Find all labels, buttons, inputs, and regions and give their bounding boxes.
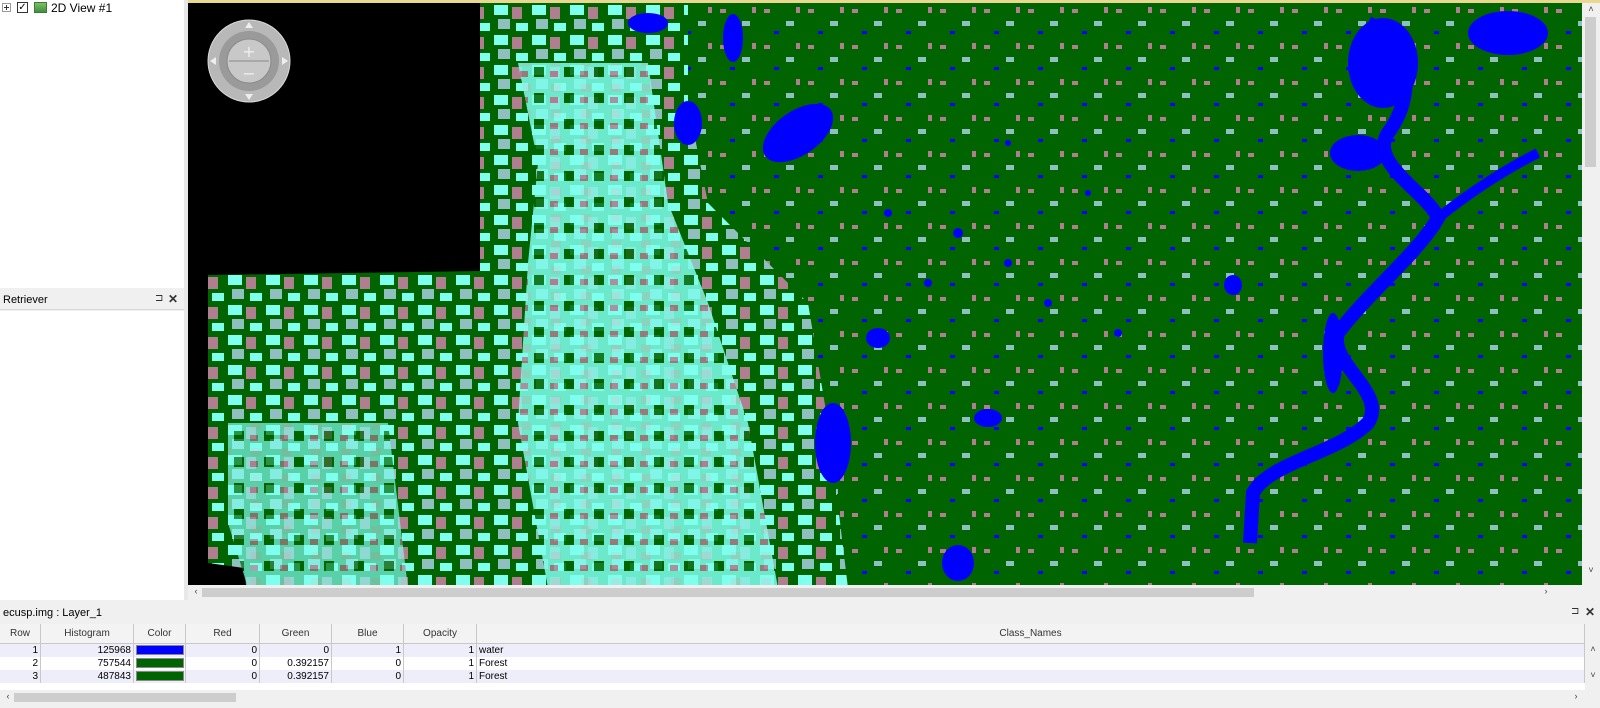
table-horizontal-scroll-thumb[interactable]	[14, 693, 236, 702]
pin-icon[interactable]: ⊐	[1571, 606, 1579, 617]
table-vertical-scrollbar[interactable]: ˄ ˅	[1585, 644, 1600, 684]
navigation-widget[interactable]: + −	[206, 18, 292, 104]
blue-cell[interactable]: 0	[332, 657, 404, 670]
class-name-cell[interactable]: Forest	[477, 670, 1585, 683]
map-view[interactable]: ˄ ˅	[188, 0, 1600, 585]
close-icon[interactable]: ✕	[1585, 605, 1595, 619]
color-cell[interactable]	[134, 644, 186, 657]
class-name-cell[interactable]: water	[477, 644, 1585, 657]
red-cell[interactable]: 0	[186, 657, 260, 670]
table-row[interactable]: 1 125968 0 0 1 1 water	[0, 644, 1585, 657]
vertical-scroll-thumb[interactable]	[1585, 17, 1596, 167]
row-number: 1	[0, 644, 41, 657]
retriever-title: Retriever	[3, 294, 48, 306]
attribute-table-header: ecusp.img : Layer_1 ⊐ ✕	[0, 604, 1600, 624]
scroll-right-icon[interactable]: ›	[1568, 691, 1584, 701]
map-vertical-scrollbar[interactable]: ˄ ˅	[1582, 3, 1600, 585]
class-name-cell[interactable]: Forest	[477, 657, 1585, 670]
opacity-cell[interactable]: 1	[404, 657, 477, 670]
map-horizontal-scrollbar[interactable]: ‹ ›	[188, 585, 1600, 600]
horizontal-scroll-thumb[interactable]	[202, 588, 1254, 597]
row-number: 3	[0, 670, 41, 683]
column-header-red[interactable]: Red	[186, 624, 260, 644]
scroll-down-icon[interactable]: ˅	[1585, 670, 1600, 680]
column-header-row[interactable]: Row	[0, 624, 41, 644]
histogram-cell[interactable]: 757544	[41, 657, 134, 670]
color-swatch[interactable]	[136, 645, 184, 655]
opacity-cell[interactable]: 1	[404, 644, 477, 657]
expand-icon[interactable]	[2, 3, 11, 12]
scroll-up-icon[interactable]: ˄	[1585, 644, 1600, 654]
green-cell[interactable]: 0	[260, 644, 332, 657]
column-header-histogram[interactable]: Histogram	[41, 624, 134, 644]
table-header-row: Row Histogram Color Red Green Blue Opaci…	[0, 624, 1585, 644]
table-row[interactable]: 3 487843 0 0.392157 0 1 Forest	[0, 670, 1585, 683]
color-swatch[interactable]	[136, 658, 184, 668]
retriever-header: Retriever ⊐ ✕	[0, 290, 184, 310]
blue-cell[interactable]: 1	[332, 644, 404, 657]
pin-icon[interactable]: ⊐	[155, 293, 163, 304]
view-label[interactable]: 2D View #1	[51, 1, 112, 15]
column-header-green[interactable]: Green	[260, 624, 332, 644]
table-row[interactable]: 2 757544 0 0.392157 0 1 Forest	[0, 657, 1585, 670]
scroll-up-icon[interactable]: ˄	[1583, 4, 1599, 14]
table-horizontal-scrollbar[interactable]: ‹ ›	[0, 690, 1585, 705]
green-cell[interactable]: 0.392157	[260, 670, 332, 683]
color-cell[interactable]	[134, 657, 186, 670]
land-cover-map	[188, 3, 1582, 585]
zoom-out-icon[interactable]: −	[242, 64, 255, 83]
scroll-right-icon[interactable]: ›	[1538, 586, 1554, 596]
column-header-class-names[interactable]: Class_Names	[477, 624, 1585, 644]
histogram-cell[interactable]: 125968	[41, 644, 134, 657]
2d-view-icon	[34, 2, 47, 13]
close-icon[interactable]: ✕	[168, 292, 178, 306]
red-cell[interactable]: 0	[186, 670, 260, 683]
green-cell[interactable]: 0.392157	[260, 657, 332, 670]
retriever-body	[0, 311, 184, 600]
zoom-in-icon[interactable]: +	[242, 42, 255, 61]
scroll-down-icon[interactable]: ˅	[1583, 565, 1599, 575]
attribute-table-title: ecusp.img : Layer_1	[3, 607, 103, 619]
visibility-checkbox[interactable]: ✓	[17, 2, 28, 13]
color-cell[interactable]	[134, 670, 186, 683]
opacity-cell[interactable]: 1	[404, 670, 477, 683]
row-number: 2	[0, 657, 41, 670]
blue-cell[interactable]: 0	[332, 670, 404, 683]
column-header-opacity[interactable]: Opacity	[404, 624, 477, 644]
red-cell[interactable]: 0	[186, 644, 260, 657]
column-header-blue[interactable]: Blue	[332, 624, 404, 644]
color-swatch[interactable]	[136, 671, 184, 681]
attribute-table[interactable]: Row Histogram Color Red Green Blue Opaci…	[0, 624, 1585, 690]
histogram-cell[interactable]: 487843	[41, 670, 134, 683]
contents-pane: ✓ 2D View #1	[0, 0, 184, 288]
column-header-color[interactable]: Color	[134, 624, 186, 644]
